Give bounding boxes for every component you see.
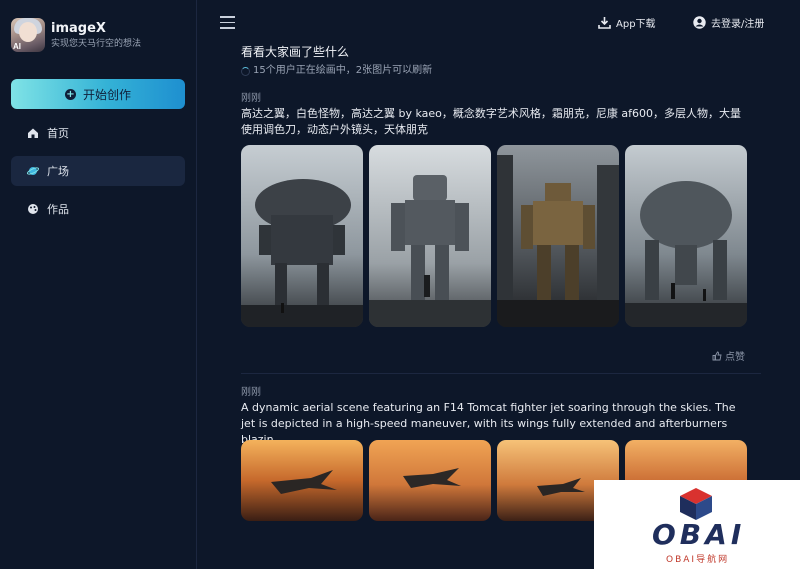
plus-icon: + [64, 88, 76, 100]
sidebar-item-home[interactable]: 首页 [11, 118, 185, 148]
feed-post: 刚刚 A dynamic aerial scene featuring an F… [241, 386, 751, 448]
start-creating-label: 开始创作 [82, 87, 131, 102]
sidebar: AI imageX 实现您天马行空的想法 + 开始创作 首页 广场 作品 [0, 0, 197, 569]
start-creating-button[interactable]: + 开始创作 [11, 79, 185, 109]
app-download-label: App下载 [616, 19, 656, 30]
user-avatar-icon [693, 16, 706, 29]
post-image[interactable] [369, 440, 491, 521]
post-image[interactable] [369, 145, 491, 327]
feed-status: 15个用户正在绘画中，2张图片可以刷新 [241, 64, 761, 78]
home-icon [28, 128, 38, 138]
post-image[interactable] [497, 145, 619, 327]
sidebar-item-works[interactable]: 作品 [11, 194, 185, 224]
app-download-button[interactable]: App下载 [598, 15, 656, 30]
post-image[interactable] [625, 145, 747, 327]
sidebar-item-label: 广场 [47, 165, 69, 178]
login-register-label: 去登录/注册 [711, 19, 765, 30]
post-time: 刚刚 [241, 387, 261, 398]
like-label: 点赞 [725, 352, 745, 363]
menu-icon[interactable] [220, 16, 235, 29]
post-image[interactable] [241, 440, 363, 521]
login-register-button[interactable]: 去登录/注册 [693, 15, 764, 30]
feed: 看看大家画了些什么 15个用户正在绘画中，2张图片可以刷新 刚刚 高达之翼，白色… [241, 44, 761, 521]
sidebar-item-square[interactable]: 广场 [11, 156, 185, 186]
watermark-subtitle: OBAI导航网 [666, 555, 730, 565]
post-images [241, 145, 753, 327]
brand-slogan: 实现您天马行空的想法 [51, 38, 142, 49]
feed-title: 看看大家画了些什么 [241, 45, 350, 59]
watermark: OBAI OBAI导航网 [594, 480, 800, 569]
post-prompt: 高达之翼，白色怪物，高达之翼 by kaeo，概念数字艺术风格，霜朋克，尼康 a… [241, 107, 742, 136]
feed-post: 刚刚 高达之翼，白色怪物，高达之翼 by kaeo，概念数字艺术风格，霜朋克，尼… [241, 92, 751, 138]
brand-name: imageX [51, 20, 106, 36]
palette-icon [28, 204, 38, 214]
thumbs-up-icon [712, 351, 722, 360]
planet-icon [27, 167, 39, 175]
brand[interactable]: AI imageX 实现您天马行空的想法 [11, 18, 141, 52]
watermark-text: OBAI [652, 518, 746, 551]
brand-logo: AI [11, 18, 45, 52]
post-image[interactable] [241, 145, 363, 327]
download-icon [598, 16, 611, 29]
sidebar-nav: 首页 广场 作品 [11, 118, 185, 232]
divider [241, 373, 761, 374]
sidebar-item-label: 首页 [47, 127, 69, 140]
sidebar-item-label: 作品 [47, 203, 69, 216]
loading-spinner-icon [241, 66, 250, 76]
post-time: 刚刚 [241, 93, 261, 104]
like-button[interactable]: 点赞 [712, 348, 745, 363]
cube-logo-icon [680, 488, 712, 520]
feed-status-text: 15个用户正在绘画中，2张图片可以刷新 [253, 65, 433, 76]
